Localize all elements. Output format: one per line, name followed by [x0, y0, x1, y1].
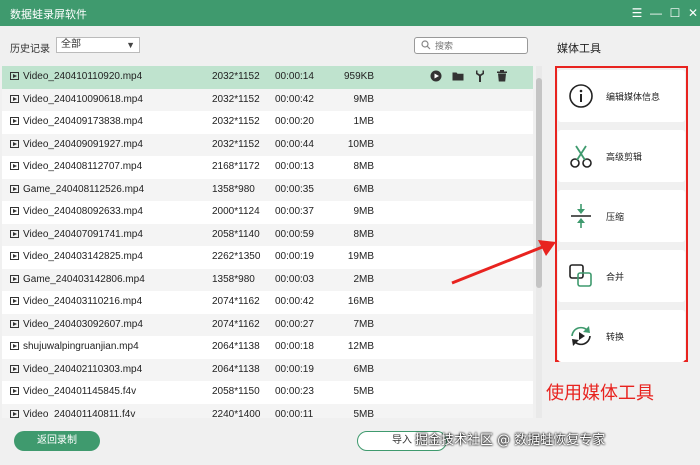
app-window: 数据蛙录屏软件 ☰ — ☐ ✕ 历史记录 全部 ▼ Video_24041011…: [0, 0, 700, 465]
annotation-text: 使用媒体工具: [546, 383, 654, 404]
watermark-text: 掘金技术社区 @ 数据蛙恢复专家: [415, 433, 606, 448]
